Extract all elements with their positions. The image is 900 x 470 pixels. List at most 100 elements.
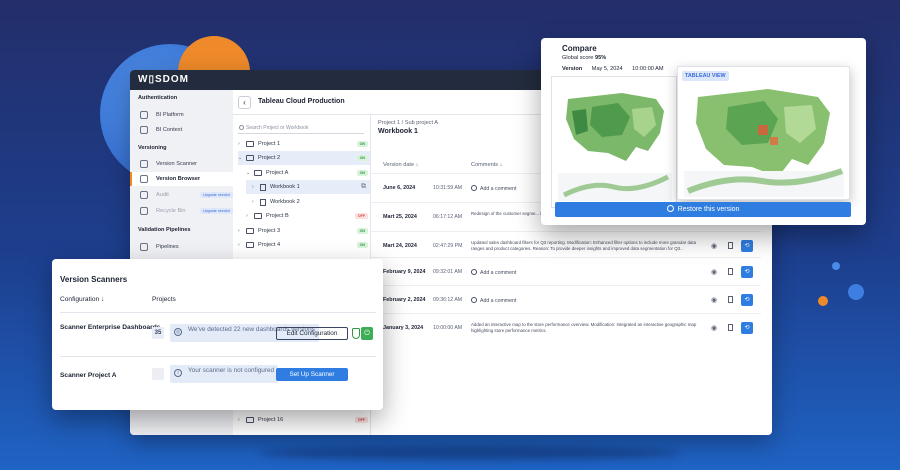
scanner-info-banner: i Your scanner is not configured	[170, 365, 279, 383]
chevron-right-icon: ›	[252, 184, 254, 190]
decor-dot-orange	[818, 296, 828, 306]
folder-icon	[246, 228, 254, 234]
page-title: Tableau Cloud Production	[258, 98, 345, 105]
sidebar-item-version-scanner[interactable]: Version Scanner	[130, 157, 233, 171]
restore-button[interactable]: ⟲	[741, 240, 753, 252]
status-badge: ON	[356, 228, 368, 234]
tableau-view-tab[interactable]: TABLEAU VIEW	[682, 71, 729, 81]
status-badge: OFF	[354, 213, 368, 219]
decor-dot-blue-small	[832, 262, 840, 270]
copy-icon[interactable]	[728, 268, 733, 275]
compare-panel: Compare Global score 95% Version May 5, …	[541, 38, 866, 225]
sidebar-item-bi-platform[interactable]: BI Platform	[130, 108, 233, 122]
copy-icon[interactable]	[728, 324, 733, 331]
decor-dot-blue	[848, 284, 864, 300]
shield-icon[interactable]	[352, 328, 360, 339]
folder-icon	[246, 242, 254, 248]
sidebar-item-audit[interactable]: Audit Upgrade needed	[130, 188, 233, 202]
column-header-projects: Projects	[152, 296, 176, 303]
chevron-right-icon: ›	[238, 242, 240, 248]
eye-icon[interactable]: ◉	[711, 296, 717, 304]
us-map-chart-right	[684, 89, 844, 197]
divider	[60, 312, 376, 313]
sidebar-item-version-browser[interactable]: Version Browser	[130, 172, 233, 186]
copy-icon[interactable]	[728, 296, 733, 303]
sidebar-section-authentication: Authentication	[138, 95, 178, 101]
tree-item-project-4[interactable]: › Project 4 ON	[238, 238, 370, 252]
cloud-icon	[140, 111, 148, 119]
restore-button[interactable]: ⟲	[741, 266, 753, 278]
version-row[interactable]: January 3, 2024 10:00:00 AM Added an int…	[371, 313, 761, 342]
eye-icon[interactable]: ◉	[711, 242, 717, 250]
target-icon: ◎	[174, 328, 182, 336]
sidebar-section-validation-pipelines: Validation Pipelines	[138, 227, 191, 233]
eye-icon[interactable]: ◉	[711, 268, 717, 276]
history-icon	[666, 205, 674, 212]
search-input[interactable]: Search Project or Workbook	[238, 123, 364, 134]
workbook-title: Workbook 1	[378, 128, 418, 135]
tree-item-project-2[interactable]: ⌄ Project 2 ON	[238, 151, 370, 165]
status-badge: ON	[356, 141, 368, 147]
browser-icon	[140, 175, 148, 183]
set-up-scanner-button[interactable]: Set Up Scanner	[276, 368, 348, 381]
chevron-down-icon: ⌄	[246, 170, 251, 176]
sidebar-item-bi-context[interactable]: BI Context	[130, 123, 233, 137]
copy-icon[interactable]	[728, 242, 733, 249]
status-badge: ON	[356, 170, 368, 176]
chevron-right-icon: ›	[252, 199, 254, 205]
upgrade-badge: Upgrade needed	[200, 208, 233, 214]
eye-icon[interactable]: ◉	[711, 324, 717, 332]
tree-item-project-a[interactable]: ⌄ Project A ON	[246, 166, 370, 180]
sidebar-item-pipelines[interactable]: Pipelines	[130, 240, 233, 254]
pin-icon	[140, 126, 148, 134]
pipeline-icon	[140, 243, 148, 251]
status-badge: ON	[356, 155, 368, 161]
upgrade-badge: Upgrade needed	[200, 192, 233, 198]
folder-icon	[246, 417, 254, 423]
power-toggle-button[interactable]: ⏻	[361, 327, 373, 340]
project-count: 35	[152, 327, 164, 339]
sidebar-item-recycle-bin[interactable]: Recycle Bin Upgrade needed	[130, 204, 233, 218]
tree-item-project-3[interactable]: › Project 3 ON	[238, 224, 370, 238]
global-score: Global score 95%	[562, 55, 607, 61]
column-header-configuration[interactable]: Configuration ↓	[60, 296, 104, 303]
status-badge: ON	[356, 242, 368, 248]
version-row[interactable]: February 2, 2024 09:36:12 AM Add a comme…	[371, 285, 761, 314]
column-header-version-date[interactable]: Version date ↓	[383, 162, 418, 168]
chevron-right-icon: ›	[238, 228, 240, 234]
decor-shadow	[260, 446, 680, 460]
back-button[interactable]: ‹	[238, 96, 251, 109]
column-header-comments[interactable]: Comments ↓	[471, 162, 502, 168]
tree-item-workbook-2[interactable]: › Workbook 2	[246, 195, 370, 209]
add-comment-link[interactable]: Add a comment	[471, 297, 516, 304]
status-badge: OFF	[354, 417, 368, 423]
tree-item-project-1[interactable]: › Project 1 ON	[238, 137, 370, 151]
compare-version: Version May 5, 2024 10:00:00 AM	[562, 66, 664, 72]
tree-item-project-16[interactable]: › Project 16 OFF	[238, 413, 370, 427]
restore-version-button[interactable]: Restore this version	[555, 202, 851, 217]
add-comment-link[interactable]: Add a comment	[471, 185, 516, 192]
external-link-icon[interactable]: ⧉	[361, 183, 366, 191]
us-map-chart-left	[558, 93, 672, 201]
dashboard-preview-right: TABLEAU VIEW	[677, 66, 850, 200]
wiiisdom-logo: W▯SDOM	[138, 74, 189, 85]
file-icon	[260, 198, 266, 206]
folder-icon	[254, 213, 262, 219]
folder-icon	[254, 170, 262, 176]
version-row[interactable]: February 9, 2024 09:32:01 AM Add a comme…	[371, 257, 761, 286]
chevron-right-icon: ›	[238, 417, 240, 423]
tree-item-workbook-1[interactable]: › Workbook 1 ⧉	[246, 180, 370, 194]
divider	[60, 356, 376, 357]
scanner-title: Version Scanners	[60, 275, 128, 284]
edit-configuration-button[interactable]: Edit Configuration	[276, 327, 348, 340]
search-icon	[239, 125, 244, 130]
restore-button[interactable]: ⟲	[741, 322, 753, 334]
scanner-name: Scanner Project A	[60, 372, 117, 379]
version-row[interactable]: Mart 24, 2024 02:47:29 PM Updated sales …	[371, 231, 761, 260]
chevron-right-icon: ›	[238, 141, 240, 147]
folder-icon	[246, 155, 254, 161]
dashboard-preview-left	[551, 76, 677, 208]
restore-button[interactable]: ⟲	[741, 294, 753, 306]
add-comment-link[interactable]: Add a comment	[471, 269, 516, 276]
tree-item-project-b[interactable]: › Project B OFF	[246, 209, 370, 223]
